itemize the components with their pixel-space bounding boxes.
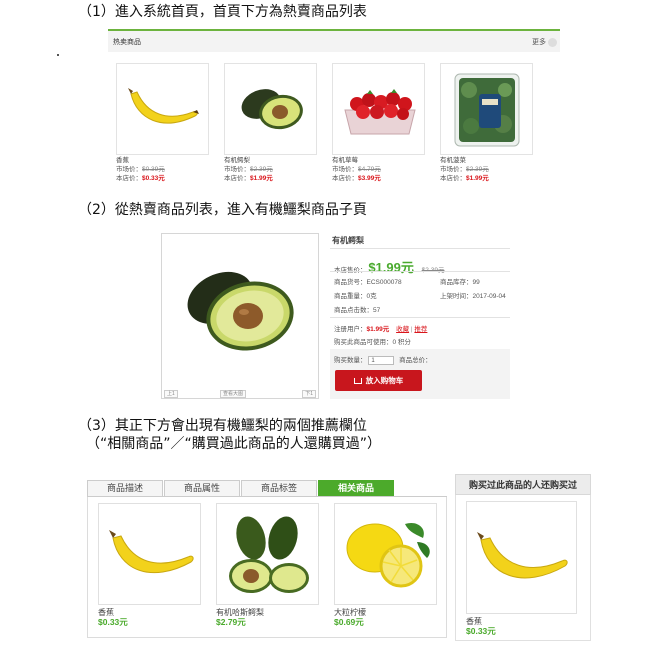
view-large-image-button[interactable]: 查看大图 bbox=[220, 390, 247, 398]
product-name[interactable]: 大粒柠檬 bbox=[334, 608, 438, 617]
add-to-cart-button[interactable]: 放入购物车 bbox=[335, 370, 422, 391]
tab-attributes[interactable]: 商品属性 bbox=[164, 480, 240, 496]
divider bbox=[330, 317, 510, 318]
stock-label: 商品库存： bbox=[440, 279, 473, 286]
weight-value: 0克 bbox=[366, 293, 377, 300]
next-image-button[interactable]: 下1 bbox=[302, 390, 316, 398]
market-price-label: 市场价： bbox=[116, 166, 142, 173]
total-price-label: 商品总价： bbox=[399, 357, 432, 364]
strawberry-image[interactable] bbox=[332, 63, 425, 155]
market-price: $2.39元 bbox=[466, 166, 489, 173]
product-price: $0.33元 bbox=[98, 617, 128, 627]
hot-products-header: 热卖商品 更多 bbox=[108, 29, 560, 52]
spinach-image[interactable] bbox=[440, 63, 533, 155]
divider bbox=[330, 248, 510, 249]
cart-icon bbox=[353, 378, 362, 385]
market-price: $2.39元 bbox=[250, 166, 273, 173]
hot-products-title: 热卖商品 bbox=[113, 39, 141, 46]
shop-price-label: 本店价： bbox=[332, 175, 358, 182]
shop-price: $3.99元 bbox=[358, 175, 381, 182]
shop-price: $1.99元 bbox=[368, 260, 414, 275]
product-name[interactable]: 香蕉 bbox=[466, 617, 579, 626]
shop-price: $1.99元 bbox=[250, 175, 273, 182]
product-name[interactable]: 有机哈斯鳄梨 bbox=[216, 608, 320, 617]
previous-image-button[interactable]: 上1 bbox=[164, 390, 178, 398]
lemon-image[interactable] bbox=[334, 503, 437, 605]
quantity-input[interactable]: 1 bbox=[368, 355, 395, 365]
shelf-date-value: 2017-09-04 bbox=[472, 293, 506, 300]
step-3-subheading: （“相關商品”／“購買過此商品的人還購買過”） bbox=[86, 436, 382, 452]
image-footer: 上1 查看大图 下1 bbox=[162, 389, 318, 398]
hot-product-item[interactable]: 有机草莓 市场价：$4.79元 本店价：$3.99元 bbox=[332, 63, 427, 183]
quantity-label: 购买数量： bbox=[334, 357, 367, 364]
product-name[interactable]: 香蕉 bbox=[116, 156, 211, 165]
avocado-image[interactable] bbox=[216, 503, 319, 605]
points-text: 购买此商品可使用：0 积分 bbox=[334, 339, 411, 346]
tab-tags[interactable]: 商品标签 bbox=[241, 480, 317, 496]
product-main-image[interactable]: 上1 查看大图 下1 bbox=[161, 233, 319, 399]
product-price: $0.33元 bbox=[466, 626, 496, 636]
sku-value: ECS000078 bbox=[366, 279, 402, 286]
hot-product-item[interactable]: 香蕉 市场价：$0.39元 本店价：$0.33元 bbox=[116, 63, 211, 183]
banana-image[interactable] bbox=[466, 501, 577, 614]
banana-image[interactable] bbox=[98, 503, 201, 605]
step-3-heading: （3）其正下方會出現有機鱷梨的兩個推薦欄位 bbox=[78, 418, 367, 434]
shop-price-label: 本店价： bbox=[224, 175, 250, 182]
product-name[interactable]: 有机菠菜 bbox=[440, 156, 535, 165]
stray-dot bbox=[57, 54, 59, 56]
shop-price: $1.99元 bbox=[466, 175, 489, 182]
add-to-cart-label: 放入购物车 bbox=[365, 376, 404, 385]
hot-product-item[interactable]: 有机菠菜 市场价：$2.39元 本店价：$1.99元 bbox=[440, 63, 535, 183]
step-1-heading: （1）進入系統首頁，首頁下方為熱賣商品列表 bbox=[78, 4, 367, 20]
product-name[interactable]: 有机鳄梨 bbox=[224, 156, 319, 165]
clicks-value: 57 bbox=[373, 307, 381, 314]
also-bought-title: 购买过此商品的人还购买过 bbox=[455, 474, 591, 495]
related-product-item[interactable]: 有机哈斯鳄梨 $2.79元 bbox=[216, 503, 320, 628]
hot-products-panel: 热卖商品 更多 香蕉 市场价：$0.39元 本店价：$0.33元 有机鳄梨 市场… bbox=[108, 29, 560, 192]
market-price: $4.79元 bbox=[358, 166, 381, 173]
related-product-item[interactable]: 大粒柠檬 $0.69元 bbox=[334, 503, 438, 628]
share-link[interactable]: 推荐 bbox=[414, 326, 427, 333]
product-name[interactable]: 有机草莓 bbox=[332, 156, 427, 165]
buy-box: 购买数量： 1 商品总价： 放入购物车 bbox=[330, 349, 510, 399]
step-2-heading: （2）從熱賣商品列表，進入有機鱷梨商品子頁 bbox=[78, 202, 367, 218]
weight-label: 商品重量： bbox=[334, 293, 367, 300]
favorite-link[interactable]: 收藏 bbox=[396, 326, 409, 333]
tab-description[interactable]: 商品描述 bbox=[87, 480, 163, 496]
stock-value: 99 bbox=[472, 279, 480, 286]
divider bbox=[330, 271, 510, 272]
market-price-label: 市场价： bbox=[440, 166, 466, 173]
market-price: $0.39元 bbox=[142, 166, 165, 173]
product-info-panel: 有机鳄梨 本店售价： $1.99元 $2.39元 商品货号：ECS000078 … bbox=[330, 233, 510, 399]
more-link[interactable]: 更多 bbox=[532, 37, 546, 47]
product-tabs: 商品描述 商品属性 商品标签 相关商品 bbox=[87, 480, 447, 497]
shelf-date-label: 上架时间： bbox=[440, 293, 473, 300]
hot-product-item[interactable]: 有机鳄梨 市场价：$2.39元 本店价：$1.99元 bbox=[224, 63, 319, 183]
market-price-label: 市场价： bbox=[332, 166, 358, 173]
product-name[interactable]: 香蕉 bbox=[98, 608, 202, 617]
clicks-label: 商品点击数： bbox=[334, 307, 373, 314]
sku-label: 商品货号： bbox=[334, 279, 367, 286]
more-icon[interactable] bbox=[548, 38, 557, 47]
avocado-image[interactable] bbox=[224, 63, 317, 155]
product-price: $0.69元 bbox=[334, 617, 364, 627]
shop-price: $0.33元 bbox=[142, 175, 165, 182]
also-bought-item[interactable]: 香蕉 $0.33元 bbox=[466, 501, 579, 637]
member-price-label: 注册用户： bbox=[334, 326, 367, 333]
related-product-item[interactable]: 香蕉 $0.33元 bbox=[98, 503, 202, 628]
banana-image[interactable] bbox=[116, 63, 209, 155]
product-title: 有机鳄梨 bbox=[332, 236, 364, 245]
shop-price-label: 本店价： bbox=[116, 175, 142, 182]
product-price: $2.79元 bbox=[216, 617, 246, 627]
shop-price-label: 本店价： bbox=[440, 175, 466, 182]
market-price-label: 市场价： bbox=[224, 166, 250, 173]
member-price: $1.99元 bbox=[366, 326, 390, 333]
tab-related-products[interactable]: 相关商品 bbox=[318, 480, 394, 496]
